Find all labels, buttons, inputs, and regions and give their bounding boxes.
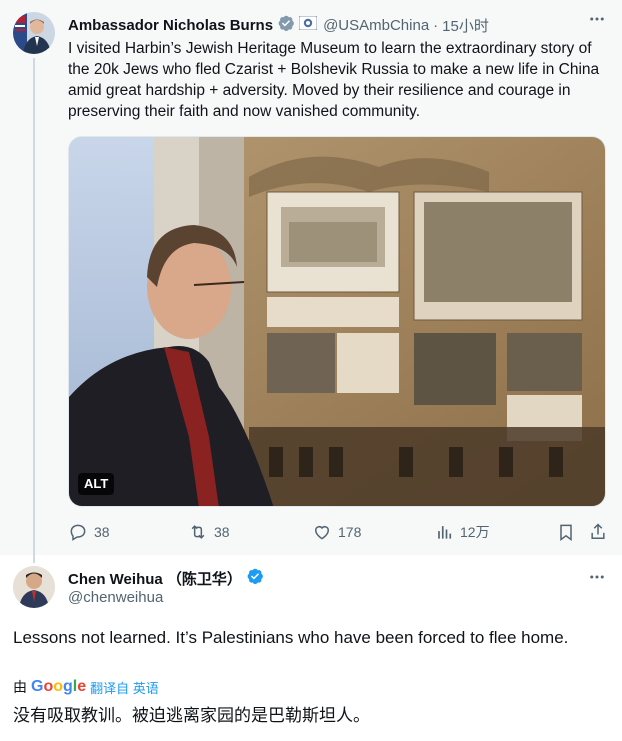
reply-author-name[interactable]: Chen Weihua （陈卫华）	[68, 568, 242, 589]
author-avatar[interactable]	[13, 12, 55, 54]
reply-more-options-icon[interactable]	[588, 568, 606, 591]
retweet-count: 38	[214, 524, 230, 540]
bookmark-icon	[560, 524, 572, 541]
author-name[interactable]: Ambassador Nicholas Burns	[68, 17, 273, 34]
avatar-portrait-icon	[13, 566, 55, 608]
verified-badge-icon	[246, 567, 264, 589]
translated-from-link[interactable]: 翻译自 英语	[90, 678, 159, 697]
google-logo: Google	[31, 678, 87, 695]
views-chart-icon	[438, 526, 452, 539]
thread-connector-line	[33, 58, 35, 563]
like-count: 178	[338, 524, 362, 540]
retweet-icon	[191, 525, 205, 539]
share-icon	[591, 523, 605, 539]
post-time[interactable]: 15小时	[442, 15, 489, 36]
tweet-text: I visited Harbin’s Jewish Heritage Museu…	[68, 40, 600, 120]
tweet-header: Ambassador Nicholas Burns @USAmbChina · …	[68, 14, 489, 36]
tweet-actions: 38 38 178 12万	[68, 520, 608, 544]
heart-icon	[315, 526, 329, 540]
translated-text: 没有吸取教训。被迫逃离家园的是巴勒斯坦人。	[13, 706, 370, 725]
more-options-icon[interactable]	[588, 10, 606, 33]
reply-button[interactable]: 38	[68, 520, 110, 544]
tweet-photo[interactable]	[68, 136, 606, 507]
share-button[interactable]	[588, 520, 614, 544]
reply-text: Lessons not learned. It’s Palestinians w…	[13, 628, 569, 647]
alt-text-button[interactable]: ALT	[78, 473, 115, 495]
museum-photo-image	[69, 137, 605, 506]
author-handle[interactable]: @USAmbChina	[323, 17, 429, 34]
reply-header: Chen Weihua （陈卫华）	[68, 567, 264, 589]
time-separator: ·	[433, 16, 439, 34]
bookmark-button[interactable]	[556, 520, 582, 544]
translation-by-label: 由	[13, 679, 27, 695]
retweet-button[interactable]: 38	[188, 520, 230, 544]
government-flag-icon	[298, 15, 318, 34]
translation-notice: 由 Google 翻译自 英语	[13, 677, 159, 697]
reply-author-avatar[interactable]	[13, 566, 55, 608]
views-button[interactable]: 12万	[434, 520, 490, 544]
reply-count: 38	[94, 524, 110, 540]
avatar-portrait-icon	[13, 12, 55, 54]
like-button[interactable]: 178	[312, 520, 361, 544]
views-count: 12万	[460, 524, 490, 540]
verified-badge-icon	[277, 14, 295, 36]
reply-author-handle[interactable]: @chenweihua	[68, 589, 163, 606]
reply-icon	[70, 524, 86, 541]
